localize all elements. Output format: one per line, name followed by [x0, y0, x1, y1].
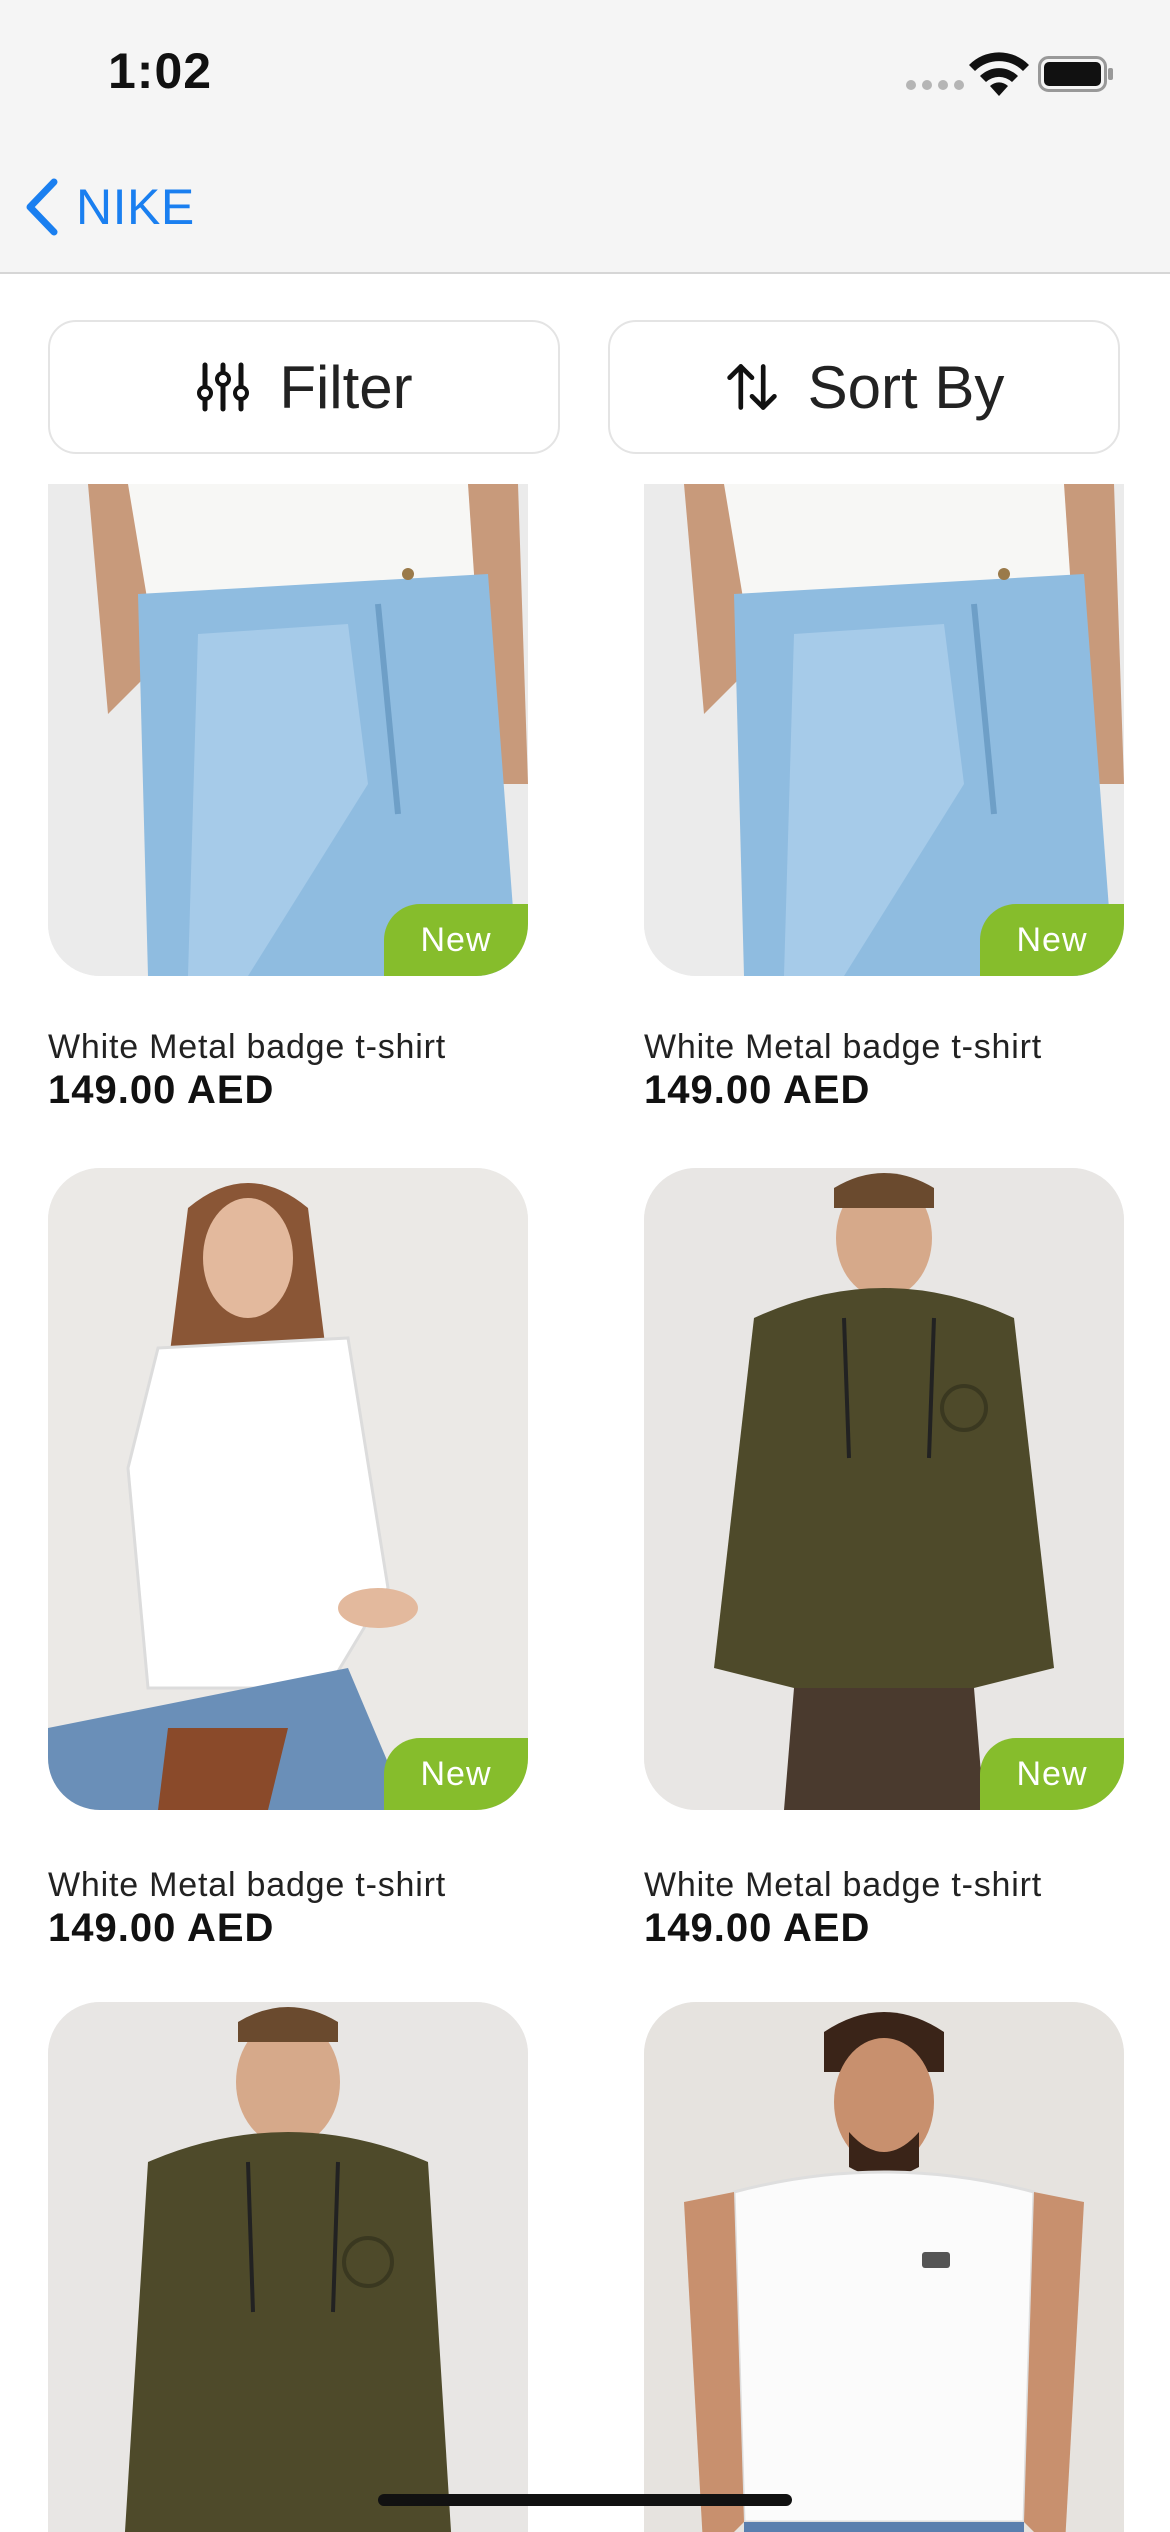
- screen: 1:02 NIKE Filter Sort By New White Metal…: [0, 0, 1170, 2532]
- sort-label: Sort By: [807, 353, 1005, 421]
- jeans-photo: [48, 484, 528, 976]
- new-badge: New: [384, 1738, 528, 1810]
- new-badge: New: [980, 1738, 1124, 1810]
- sort-arrows-icon: [726, 364, 777, 410]
- product-price: 149.00 AED: [48, 1068, 275, 1112]
- filter-button[interactable]: Filter: [48, 320, 560, 454]
- product-price: 149.00 AED: [644, 1068, 871, 1112]
- wifi-icon: [969, 52, 1029, 96]
- olive-hoodie-photo: [644, 1168, 1124, 1810]
- product-image-jeans[interactable]: New: [48, 484, 528, 976]
- filter-label: Filter: [279, 353, 413, 421]
- white-blouse-photo: [48, 1168, 528, 1810]
- product-price: 149.00 AED: [644, 1906, 871, 1950]
- product-image-tshirt[interactable]: [644, 2002, 1124, 2532]
- sort-button[interactable]: Sort By: [608, 320, 1120, 454]
- product-price: 149.00 AED: [48, 1906, 275, 1950]
- product-image-hoodie[interactable]: [48, 2002, 528, 2532]
- new-badge: New: [980, 904, 1124, 976]
- cellular-signal-icon: [906, 80, 964, 90]
- back-label: NIKE: [76, 179, 195, 235]
- chevron-left-icon: [26, 178, 58, 236]
- white-tshirt-photo: [644, 2002, 1124, 2532]
- jeans-photo: [644, 484, 1124, 976]
- top-bar: 1:02 NIKE: [0, 0, 1170, 274]
- product-name: White Metal badge t-shirt: [644, 1028, 1042, 1066]
- product-image-hoodie[interactable]: New: [644, 1168, 1124, 1810]
- olive-hoodie-photo: [48, 2002, 528, 2532]
- battery-icon: [1038, 56, 1113, 92]
- product-name: White Metal badge t-shirt: [48, 1028, 446, 1066]
- product-name: White Metal badge t-shirt: [48, 1866, 446, 1904]
- home-indicator[interactable]: [378, 2494, 792, 2506]
- sliders-icon: [197, 362, 250, 412]
- product-image-blouse[interactable]: New: [48, 1168, 528, 1810]
- back-button[interactable]: NIKE: [22, 170, 195, 244]
- new-badge: New: [384, 904, 528, 976]
- product-name: White Metal badge t-shirt: [644, 1866, 1042, 1904]
- product-image-jeans[interactable]: New: [644, 484, 1124, 976]
- status-time: 1:02: [108, 43, 213, 99]
